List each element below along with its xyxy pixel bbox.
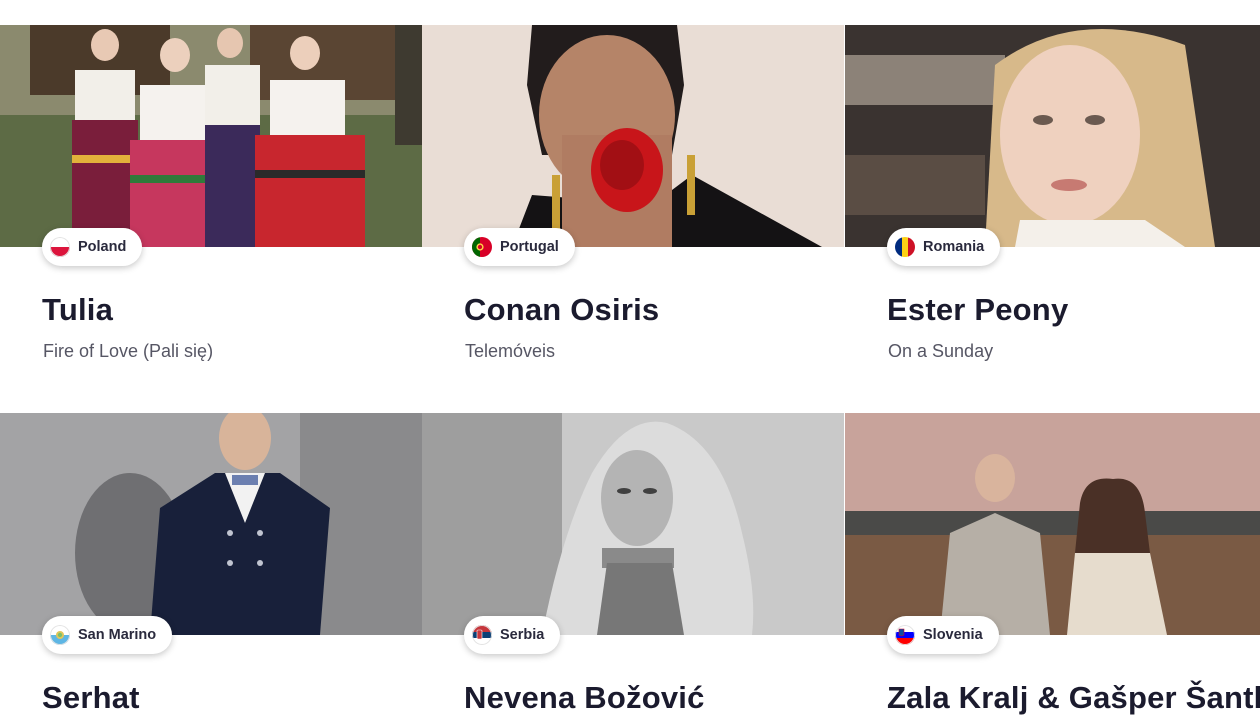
country-name: Serbia [500,627,545,643]
entry-card-serbia[interactable]: Serbia Nevena Božović [422,413,844,715]
country-badge: Serbia [464,616,561,654]
country-badge: Romania [887,228,1001,266]
song-title: On a Sunday [888,341,994,361]
country-badge: San Marino [42,616,173,654]
artist-name[interactable]: Serhat [42,680,140,716]
song-title: Telemóveis [465,341,556,361]
artist-photo[interactable] [422,413,844,635]
artist-name[interactable]: Ester Peony [887,292,1068,328]
country-name: Slovenia [923,627,983,643]
entry-card-slovenia[interactable]: Slovenia Zala Kralj & Gašper Šantl [845,413,1260,715]
artist-name[interactable]: Nevena Božović [464,680,705,716]
country-name: Romania [923,239,985,255]
san-marino-flag-icon [50,625,70,645]
artist-photo[interactable] [845,25,1260,247]
poland-flag-icon [50,237,70,257]
artist-name[interactable]: Tulia [42,292,113,328]
romania-flag-icon [895,237,915,257]
artist-name[interactable]: Zala Kralj & Gašper Šantl [887,680,1260,716]
entry-card-san-marino[interactable]: San Marino Serhat [0,413,422,715]
artist-photo[interactable] [0,25,422,247]
country-name: Poland [78,239,127,255]
country-name: San Marino [78,627,157,643]
artist-photo[interactable] [845,413,1260,635]
artist-name[interactable]: Conan Osiris [464,292,659,328]
entry-card-portugal[interactable]: Portugal Conan Osiris Telemóveis [422,25,844,395]
song-title: Fire of Love (Pali się) [43,341,214,361]
portugal-flag-icon [472,237,492,257]
artist-photo[interactable] [422,25,844,247]
entry-card-romania[interactable]: Romania Ester Peony On a Sunday [845,25,1260,395]
country-badge: Poland [42,228,143,266]
country-badge: Portugal [464,228,575,266]
entry-card-poland[interactable]: Poland Tulia Fire of Love (Pali się) [0,25,422,395]
artist-photo[interactable] [0,413,422,635]
country-name: Portugal [500,239,559,255]
slovenia-flag-icon [895,625,915,645]
serbia-flag-icon [472,625,492,645]
country-badge: Slovenia [887,616,999,654]
